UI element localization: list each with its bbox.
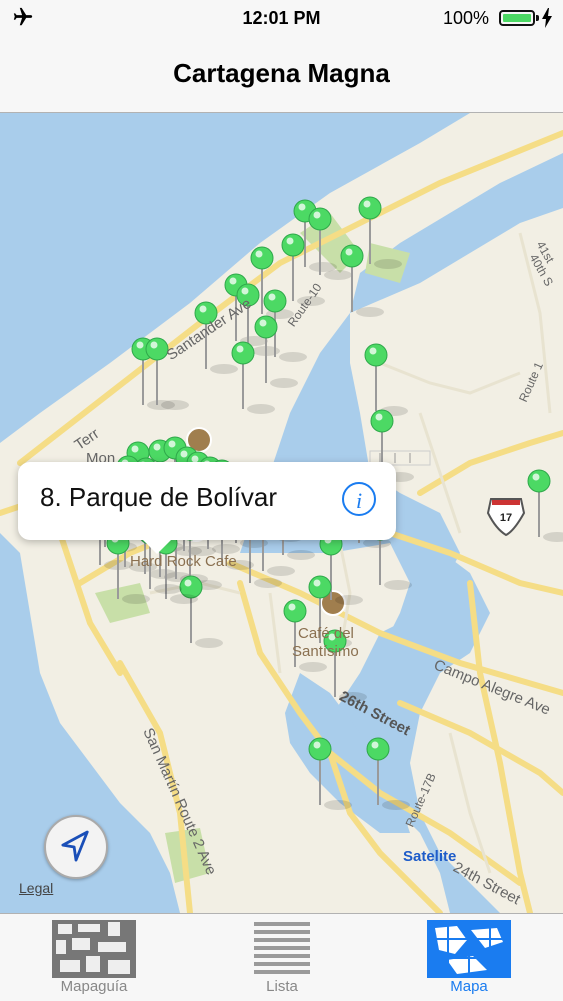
tab-bar: Mapaguía Lista Mapa — [0, 913, 563, 1001]
location-arrow-icon — [61, 830, 89, 862]
map-view[interactable]: 17 Santander Ave Route-10 Terr Mon do ia… — [0, 113, 563, 913]
tab-lista[interactable]: Lista — [188, 914, 376, 1001]
map-label-hard-rock: Hard Rock Cafe — [130, 553, 237, 570]
tab-mapa[interactable]: Mapa — [375, 914, 563, 1001]
tab-label: Mapaguía — [60, 978, 128, 995]
list-icon — [254, 922, 310, 974]
place-callout[interactable]: 8. Parque de Bolívar i — [18, 462, 396, 554]
locate-me-button[interactable] — [44, 815, 108, 879]
map-grid-icon — [427, 920, 511, 978]
street-map-icon — [52, 920, 136, 978]
battery-icon — [499, 10, 539, 26]
callout-title: 8. Parque de Bolívar — [40, 482, 278, 512]
tab-mapaguia[interactable]: Mapaguía — [0, 914, 188, 1001]
tab-label: Mapa — [450, 978, 488, 995]
battery-percent: 100% — [442, 8, 489, 28]
page-title: Cartagena Magna — [173, 58, 390, 88]
info-icon[interactable]: i — [342, 482, 376, 516]
svg-text:17: 17 — [500, 512, 512, 524]
status-bar: 12:01 PM 100% — [0, 0, 563, 36]
battery-fill — [503, 14, 531, 22]
satellite-toggle[interactable]: Satelite — [403, 848, 456, 865]
charging-bolt-icon — [542, 8, 552, 28]
callout-pointer — [143, 540, 171, 554]
map-label-cafe-del: Café del — [298, 625, 354, 642]
map-label-santisimo: Santísimo — [292, 643, 359, 660]
legal-link[interactable]: Legal — [19, 880, 53, 896]
navigation-bar: Cartagena Magna — [0, 36, 563, 113]
tab-label: Lista — [266, 978, 298, 995]
